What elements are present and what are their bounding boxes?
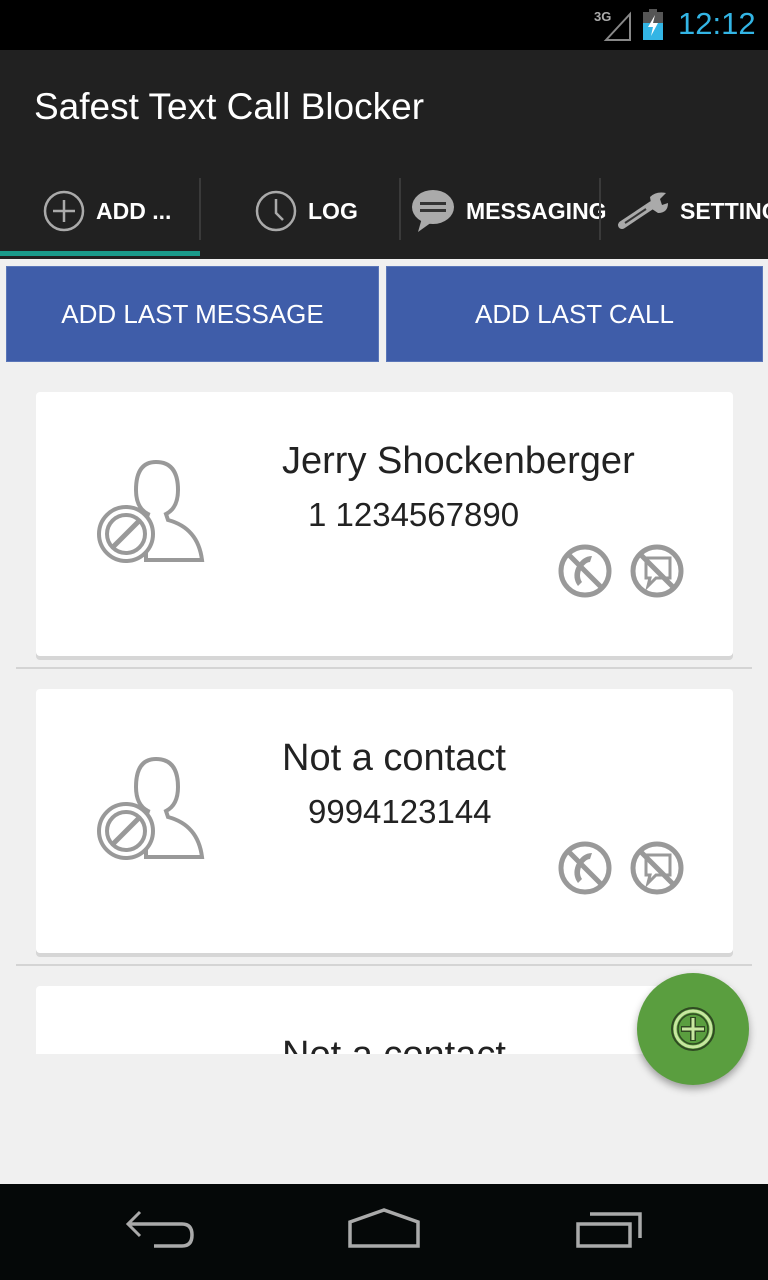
app-title: Safest Text Call Blocker [34,86,425,127]
blocked-contact-icon [97,459,205,563]
tab-bar: ADD ... LOG MESSAGING SETTINGS [0,166,768,259]
tab-messaging[interactable]: MESSAGING [410,166,607,256]
contact-name: Not a contact [282,737,506,779]
contact-name: Jerry Shockenberger [282,440,635,482]
contact-number: 1 1234567890 [308,496,520,533]
tab-divider [399,178,401,240]
tab-divider [199,178,201,240]
clock: 12:12 [678,6,756,41]
chat-bubble-icon [412,190,454,232]
list-item[interactable]: Not a contact [36,986,733,1054]
blocked-contact-icon [97,756,205,860]
home-icon[interactable] [346,1208,422,1258]
block-call-icon[interactable] [556,839,614,897]
svg-text:3G: 3G [594,9,611,24]
list-item[interactable]: Not a contact 9994123144 [36,689,733,953]
tab-selected-indicator [0,251,200,256]
tab-add[interactable]: ADD ... [42,166,171,256]
block-call-icon[interactable] [556,542,614,600]
navigation-bar [0,1184,768,1280]
contact-name: Not a contact [282,1034,506,1054]
action-bar: Safest Text Call Blocker [0,50,768,166]
tab-settings[interactable]: SETTINGS [616,166,768,256]
signal-3g-icon: 3G [594,9,631,41]
tab-label: ADD ... [96,197,172,224]
add-last-message-button[interactable]: ADD LAST MESSAGE [6,266,379,362]
recent-apps-icon[interactable] [574,1208,646,1258]
list-item[interactable]: Jerry Shockenberger 1 1234567890 [36,392,733,656]
add-circle-icon [43,190,85,232]
block-message-icon[interactable] [628,542,686,600]
quick-add-buttons: ADD LAST MESSAGE ADD LAST CALL [6,266,764,362]
add-circle-icon [671,1007,715,1051]
back-icon[interactable] [124,1208,196,1258]
tab-label: LOG [308,197,358,224]
tab-label: MESSAGING [466,197,607,224]
add-fab-button[interactable] [637,973,749,1085]
add-last-call-button[interactable]: ADD LAST CALL [386,266,763,362]
clock-icon [255,190,297,232]
tab-log[interactable]: LOG [254,166,358,256]
block-message-icon[interactable] [628,839,686,897]
blocked-list[interactable]: Jerry Shockenberger 1 1234567890 Not a c… [0,362,768,1054]
contact-number: 9994123144 [308,793,492,830]
battery-charging-icon [643,9,663,40]
wrench-icon [618,192,668,229]
blocked-contact-icon [155,1053,157,1054]
status-bar: 3G 12:12 [0,0,768,50]
list-divider [16,667,752,669]
tab-label: SETTINGS [680,197,768,224]
list-divider [16,964,752,966]
tab-divider [599,178,601,240]
